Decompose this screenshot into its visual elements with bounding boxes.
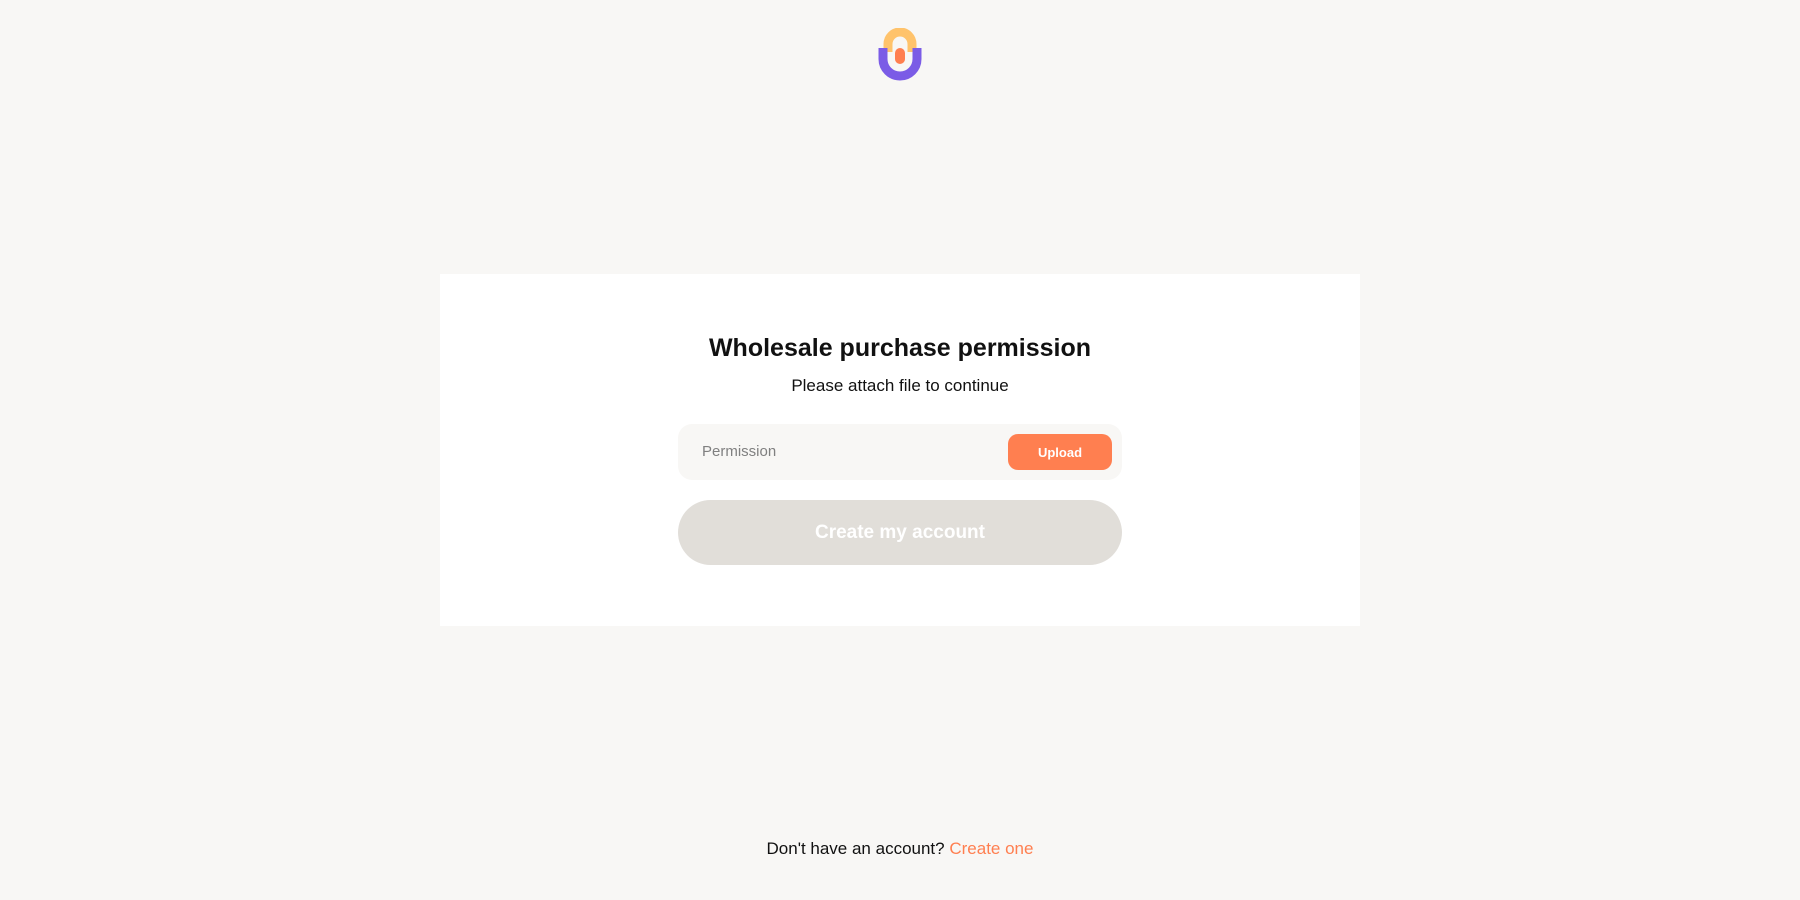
signup-prompt-text: Don't have an account? — [766, 839, 945, 858]
signup-prompt: Don't have an account? Create one — [0, 839, 1800, 859]
create-account-link[interactable]: Create one — [949, 839, 1033, 858]
permission-card: Wholesale purchase permission Please att… — [440, 274, 1360, 626]
brand-logo — [878, 27, 922, 82]
permission-file-field[interactable]: Permission Upload — [678, 424, 1122, 480]
permission-field-label: Permission — [702, 443, 777, 460]
page-title: Wholesale purchase permission — [708, 334, 1092, 362]
upload-button[interactable]: Upload — [1008, 434, 1112, 470]
page-subtitle: Please attach file to continue — [791, 376, 1009, 395]
create-account-button[interactable]: Create my account — [678, 500, 1122, 565]
